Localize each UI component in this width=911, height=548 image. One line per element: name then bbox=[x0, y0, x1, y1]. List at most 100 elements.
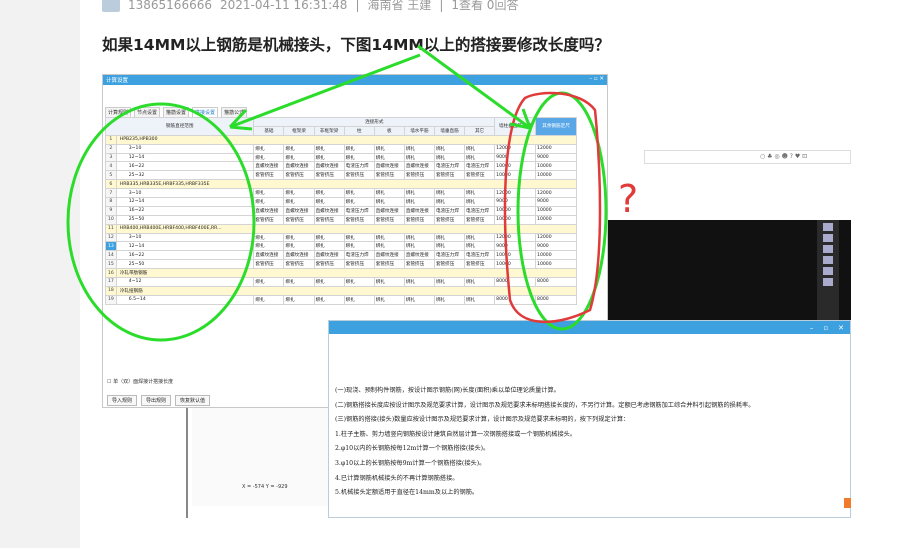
connection-cell[interactable]: 10000 bbox=[494, 259, 537, 270]
connection-cell[interactable]: 套管挤压 bbox=[283, 170, 315, 181]
connection-cell[interactable]: 绑扎 bbox=[403, 232, 435, 243]
connection-cell[interactable]: 绑扎 bbox=[464, 232, 496, 243]
connection-cell[interactable]: 套管挤压 bbox=[403, 259, 435, 270]
connection-cell[interactable]: 绑扎 bbox=[403, 294, 435, 305]
connection-cell[interactable]: 套管挤压 bbox=[253, 259, 285, 270]
connection-cell[interactable]: 绑扎 bbox=[373, 232, 405, 243]
tab-1[interactable]: 节点设置 bbox=[134, 107, 161, 117]
connection-cell[interactable]: 绑扎 bbox=[373, 294, 405, 305]
connection-cell[interactable]: 9000 bbox=[535, 152, 577, 163]
table-row[interactable]: 2 3~10 绑扎 绑扎 绑扎 绑扎 绑扎 绑扎 绑扎 绑扎 12000 12000 bbox=[105, 143, 577, 154]
connection-cell[interactable]: 12000 bbox=[535, 143, 577, 154]
window-controls[interactable]: – ▫ ✕ bbox=[589, 76, 604, 84]
connection-cell[interactable]: 绑扎 bbox=[313, 188, 345, 199]
connection-cell[interactable]: 直螺纹连接 bbox=[253, 205, 285, 216]
connection-cell[interactable]: 绑扎 bbox=[433, 152, 466, 163]
action-button-2[interactable]: 恢复默认值 bbox=[175, 395, 211, 406]
connection-cell[interactable]: 套管挤压 bbox=[343, 170, 375, 181]
connection-cell[interactable]: 套管挤压 bbox=[433, 259, 466, 270]
connection-cell[interactable]: 套管挤压 bbox=[373, 259, 405, 270]
connection-cell[interactable]: 套管挤压 bbox=[343, 214, 375, 225]
connection-cell[interactable]: 绑扎 bbox=[464, 152, 496, 163]
connection-cell[interactable]: 套管挤压 bbox=[464, 170, 496, 181]
connection-cell[interactable]: 绑扎 bbox=[433, 294, 466, 305]
connection-cell[interactable]: 10000 bbox=[494, 214, 537, 225]
connection-cell[interactable]: 绑扎 bbox=[403, 152, 435, 163]
connection-cell[interactable]: 10000 bbox=[535, 205, 577, 216]
action-button-1[interactable]: 导出规则 bbox=[141, 395, 172, 406]
connection-cell[interactable]: 绑扎 bbox=[283, 188, 315, 199]
connection-cell[interactable]: 绑扎 bbox=[283, 152, 315, 163]
connection-cell[interactable]: 直螺纹连接 bbox=[403, 250, 435, 261]
connection-cell[interactable]: 9000 bbox=[535, 197, 577, 207]
connection-cell[interactable]: 绑扎 bbox=[373, 241, 405, 252]
table-row[interactable]: 14 16~22 直螺纹连接 直螺纹连接 直螺纹连接 电渣压力焊 直螺纹连接 直螺纹连接 电渣压… bbox=[105, 250, 577, 261]
connection-cell[interactable]: 绑扎 bbox=[283, 143, 315, 154]
connection-cell[interactable]: 套管挤压 bbox=[283, 259, 315, 270]
connection-cell[interactable]: 绑扎 bbox=[283, 241, 315, 252]
connection-cell[interactable]: 绑扎 bbox=[403, 197, 435, 207]
connection-cell[interactable]: 10000 bbox=[535, 214, 577, 225]
connection-cell[interactable]: 绑扎 bbox=[433, 143, 466, 154]
connection-cell[interactable]: 绑扎 bbox=[343, 294, 375, 305]
connection-cell[interactable]: 12000 bbox=[535, 232, 577, 243]
connection-cell[interactable]: 电渣压力焊 bbox=[433, 205, 466, 216]
connection-cell[interactable]: 绑扎 bbox=[433, 232, 466, 243]
connection-cell[interactable]: 直螺纹连接 bbox=[253, 250, 285, 261]
connection-cell[interactable]: 绑扎 bbox=[403, 143, 435, 154]
connection-cell[interactable]: 绑扎 bbox=[283, 197, 315, 207]
connection-cell[interactable]: 12000 bbox=[494, 232, 537, 243]
connection-cell[interactable]: 直螺纹连接 bbox=[373, 250, 405, 261]
connection-cell[interactable]: 绑扎 bbox=[313, 197, 345, 207]
connection-cell[interactable]: 绑扎 bbox=[343, 143, 375, 154]
connection-cell[interactable]: 直螺纹连接 bbox=[283, 205, 315, 216]
connection-cell[interactable]: 绑扎 bbox=[464, 143, 496, 154]
connection-cell[interactable]: 绑扎 bbox=[343, 277, 375, 287]
connection-cell[interactable]: 绑扎 bbox=[313, 143, 345, 154]
connection-cell[interactable]: 绑扎 bbox=[253, 152, 285, 163]
connection-cell[interactable]: 绑扎 bbox=[373, 143, 405, 154]
tab-3[interactable]: 搭接设置 bbox=[192, 107, 219, 117]
connection-cell[interactable]: 套管挤压 bbox=[283, 214, 315, 225]
connection-cell[interactable]: 绑扎 bbox=[253, 277, 285, 287]
tab-2[interactable]: 箍筋设置 bbox=[163, 107, 190, 117]
post-user[interactable]: 13865166666 bbox=[128, 0, 212, 12]
connection-cell[interactable]: 套管挤压 bbox=[253, 214, 285, 225]
connection-cell[interactable]: 绑扎 bbox=[433, 188, 466, 199]
table-row[interactable]: 15 25~50 套管挤压 套管挤压 套管挤压 套管挤压 套管挤压 套管挤压 套管挤压 套管挤压 1… bbox=[105, 259, 577, 270]
connection-cell[interactable]: 绑扎 bbox=[253, 197, 285, 207]
connection-cell[interactable]: 绑扎 bbox=[343, 197, 375, 207]
connection-cell[interactable]: 12000 bbox=[535, 188, 577, 199]
connection-cell[interactable]: 8000 bbox=[494, 277, 537, 287]
connection-cell[interactable]: 直螺纹连接 bbox=[403, 161, 435, 172]
connection-cell[interactable]: 电渣压力焊 bbox=[433, 161, 466, 172]
connection-cell[interactable]: 绑扎 bbox=[313, 277, 345, 287]
connection-cell[interactable]: 套管挤压 bbox=[313, 214, 345, 225]
connection-cell[interactable]: 直螺纹连接 bbox=[313, 161, 345, 172]
table-row[interactable]: 6 HRB335,HRB335E,HRBF335,HRBF335E bbox=[105, 179, 578, 190]
checkbox-icon[interactable]: ☐ bbox=[107, 379, 111, 385]
connection-cell[interactable]: 直螺纹连接 bbox=[283, 250, 315, 261]
connection-cell[interactable]: 绑扎 bbox=[464, 188, 496, 199]
connection-cell[interactable]: 绑扎 bbox=[313, 294, 345, 305]
connection-cell[interactable]: 绑扎 bbox=[403, 188, 435, 199]
table-row[interactable]: 19 6.5~14 绑扎 绑扎 绑扎 绑扎 绑扎 绑扎 绑扎 绑扎 8000 8000 bbox=[105, 294, 577, 305]
connection-cell[interactable]: 直螺纹连接 bbox=[283, 161, 315, 172]
connection-cell[interactable]: 电渣压力焊 bbox=[343, 250, 375, 261]
connection-cell[interactable]: 套管挤压 bbox=[313, 259, 345, 270]
connection-cell[interactable]: 9000 bbox=[494, 152, 537, 163]
connection-cell[interactable]: 9000 bbox=[494, 197, 537, 207]
connection-cell[interactable]: 绑扎 bbox=[313, 232, 345, 243]
connection-cell[interactable]: 绑扎 bbox=[253, 232, 285, 243]
table-row[interactable]: 12 3~10 绑扎 绑扎 绑扎 绑扎 绑扎 绑扎 绑扎 绑扎 12000 12000 bbox=[105, 232, 577, 243]
connection-cell[interactable]: 套管挤压 bbox=[343, 259, 375, 270]
connection-cell[interactable]: 绑扎 bbox=[464, 294, 496, 305]
connection-cell[interactable]: 套管挤压 bbox=[433, 214, 466, 225]
connection-cell[interactable]: 套管挤压 bbox=[313, 170, 345, 181]
table-row[interactable]: 10 25~50 套管挤压 套管挤压 套管挤压 套管挤压 套管挤压 套管挤压 套管挤压 套管挤压 1… bbox=[105, 214, 577, 225]
connection-cell[interactable]: 绑扎 bbox=[464, 197, 496, 207]
table-row[interactable]: 16 冷轧带肋钢筋 bbox=[105, 268, 578, 279]
connection-cell[interactable]: 8000 bbox=[494, 294, 537, 305]
table-row[interactable]: 4 16~22 直螺纹连接 直螺纹连接 直螺纹连接 电渣压力焊 直螺纹连接 直螺纹连接 电渣压力… bbox=[105, 161, 577, 172]
connection-cell[interactable]: 直螺纹连接 bbox=[403, 205, 435, 216]
